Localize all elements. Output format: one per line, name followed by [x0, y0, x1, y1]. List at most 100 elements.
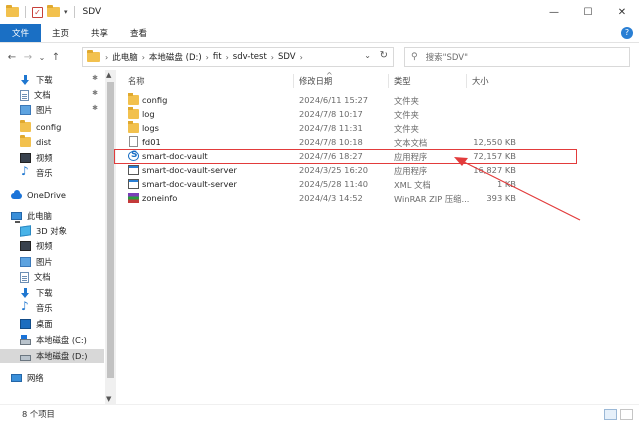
- properties-icon[interactable]: ✓: [32, 6, 43, 18]
- file-row[interactable]: config 2024/6/11 15:27 文件夹: [118, 93, 576, 107]
- document-icon: [20, 89, 29, 101]
- nav-item-label: 文档: [34, 272, 51, 282]
- file-name: logs: [142, 123, 159, 133]
- 3d-objects-icon: [20, 225, 31, 237]
- address-dropdown-button[interactable]: ⌄: [364, 51, 371, 60]
- column-divider[interactable]: [388, 74, 389, 88]
- nav-item-documents-pc[interactable]: 文档: [0, 270, 104, 284]
- pin-icon[interactable]: ✱: [92, 74, 98, 82]
- nav-item-label: 此电脑: [27, 211, 52, 221]
- breadcrumb-sdv-test[interactable]: sdv-test: [233, 52, 267, 62]
- file-name: log: [142, 109, 155, 119]
- nav-item-label: 视频: [36, 153, 53, 163]
- nav-item-videos-pc[interactable]: 视频: [0, 239, 104, 253]
- navigation-scrollbar[interactable]: ▲ ▼: [105, 70, 116, 404]
- large-icons-view-icon[interactable]: [620, 409, 633, 420]
- column-header-row: ^ 名称 修改日期 类型 大小: [118, 71, 588, 90]
- new-folder-icon[interactable]: [47, 5, 60, 17]
- toolbar-divider: [25, 6, 26, 18]
- nav-item-drive-c[interactable]: 本地磁盘 (C:): [0, 333, 104, 347]
- column-type[interactable]: 类型: [394, 75, 411, 87]
- nav-item-label: OneDrive: [27, 190, 67, 200]
- file-name: smart-doc-vault-server: [142, 179, 237, 189]
- close-button[interactable]: ✕: [605, 0, 639, 24]
- breadcrumb-fit[interactable]: fit: [213, 52, 222, 62]
- nav-item-desktop[interactable]: 桌面: [0, 317, 104, 331]
- nav-item-label: 下载: [36, 75, 53, 85]
- nav-item-downloads-pc[interactable]: 下载: [0, 286, 104, 300]
- nav-item-this-pc[interactable]: 此电脑: [0, 209, 104, 223]
- address-bar[interactable]: › 此电脑 › 本地磁盘 (D:) › fit › sdv-test › SDV…: [82, 47, 394, 67]
- nav-item-config[interactable]: config: [0, 120, 104, 134]
- drive-icon: [20, 354, 31, 361]
- scroll-up-icon[interactable]: ▲: [106, 71, 111, 79]
- nav-item-3d-objects[interactable]: 3D 对象: [0, 224, 104, 238]
- nav-item-label: 本地磁盘 (D:): [36, 351, 88, 361]
- file-row[interactable]: log 2024/7/8 10:17 文件夹: [118, 107, 576, 121]
- search-box[interactable]: ⚲ 搜索"SDV": [404, 47, 630, 67]
- tab-share[interactable]: 共享: [80, 24, 119, 42]
- file-row[interactable]: fd01 2024/7/8 10:18 文本文档 12,550 KB: [118, 135, 576, 149]
- item-count: 8 个项目: [22, 409, 55, 419]
- breadcrumb-sdv[interactable]: SDV: [278, 52, 296, 62]
- details-view-icon[interactable]: [604, 409, 617, 420]
- nav-item-pictures-pc[interactable]: 图片: [0, 255, 104, 269]
- nav-item-downloads[interactable]: 下载 ✱: [0, 73, 104, 87]
- maximize-button[interactable]: ☐: [571, 0, 605, 24]
- column-name[interactable]: 名称: [128, 75, 145, 87]
- column-divider[interactable]: [466, 74, 467, 88]
- refresh-button[interactable]: ↻: [380, 50, 388, 61]
- nav-item-onedrive[interactable]: OneDrive: [0, 188, 104, 202]
- nav-item-network[interactable]: 网络: [0, 371, 104, 385]
- onedrive-icon: [11, 190, 22, 200]
- column-date[interactable]: 修改日期: [299, 75, 332, 87]
- folder-icon: [87, 50, 100, 62]
- nav-item-music-pc[interactable]: 音乐: [0, 299, 104, 315]
- chevron-right-icon: ›: [270, 52, 274, 62]
- search-icon: ⚲: [411, 52, 418, 62]
- customize-toolbar-icon[interactable]: ▾: [64, 8, 68, 16]
- column-size[interactable]: 大小: [472, 75, 489, 87]
- scroll-down-icon[interactable]: ▼: [106, 395, 111, 403]
- back-button[interactable]: ←: [4, 52, 20, 63]
- tab-file[interactable]: 文件: [0, 24, 42, 42]
- file-type: 文件夹: [394, 110, 419, 120]
- up-button[interactable]: ↑: [48, 52, 64, 63]
- nav-item-drive-d[interactable]: 本地磁盘 (D:): [0, 349, 104, 363]
- breadcrumb-drive-d[interactable]: 本地磁盘 (D:): [149, 51, 202, 63]
- file-name: config: [142, 95, 168, 105]
- pin-icon[interactable]: ✱: [92, 104, 98, 112]
- nav-item-music[interactable]: 音乐: [0, 164, 104, 180]
- folder-icon: [6, 5, 19, 17]
- file-type: 文件夹: [394, 124, 419, 134]
- help-icon[interactable]: ?: [621, 27, 633, 39]
- navigation-bar: ← → ⌄ ↑ › 此电脑 › 本地磁盘 (D:) › fit › sdv-te…: [0, 44, 639, 70]
- minimize-button[interactable]: —: [537, 0, 571, 24]
- folder-icon: [128, 107, 139, 119]
- annotation-arrow: [454, 157, 581, 221]
- nav-item-pictures[interactable]: 图片 ✱: [0, 103, 104, 117]
- nav-item-documents[interactable]: 文档 ✱: [0, 88, 104, 102]
- nav-item-videos[interactable]: 视频: [0, 151, 104, 165]
- tab-home[interactable]: 主页: [41, 24, 80, 42]
- title-bar: ✓ ▾ SDV — ☐ ✕: [0, 0, 639, 24]
- download-icon: [20, 288, 31, 298]
- tab-view[interactable]: 查看: [119, 24, 158, 42]
- forward-button[interactable]: →: [20, 52, 36, 63]
- breadcrumb-this-pc[interactable]: 此电脑: [112, 51, 138, 63]
- scrollbar-thumb[interactable]: [107, 82, 114, 378]
- nav-item-label: 网络: [27, 373, 44, 383]
- file-name: zoneinfo: [142, 193, 178, 203]
- file-list-scrollbar[interactable]: [630, 70, 639, 404]
- picture-icon: [20, 105, 31, 115]
- column-divider[interactable]: [293, 74, 294, 88]
- recent-locations-button[interactable]: ⌄: [36, 53, 48, 62]
- nav-item-label: 图片: [36, 105, 53, 115]
- nav-item-dist[interactable]: dist: [0, 135, 104, 149]
- pin-icon[interactable]: ✱: [92, 89, 98, 97]
- music-icon: [20, 164, 31, 178]
- folder-icon: [128, 93, 139, 105]
- folder-icon: [128, 121, 139, 133]
- file-row[interactable]: logs 2024/7/8 11:31 文件夹: [118, 121, 576, 135]
- window-controls: — ☐ ✕: [537, 0, 639, 24]
